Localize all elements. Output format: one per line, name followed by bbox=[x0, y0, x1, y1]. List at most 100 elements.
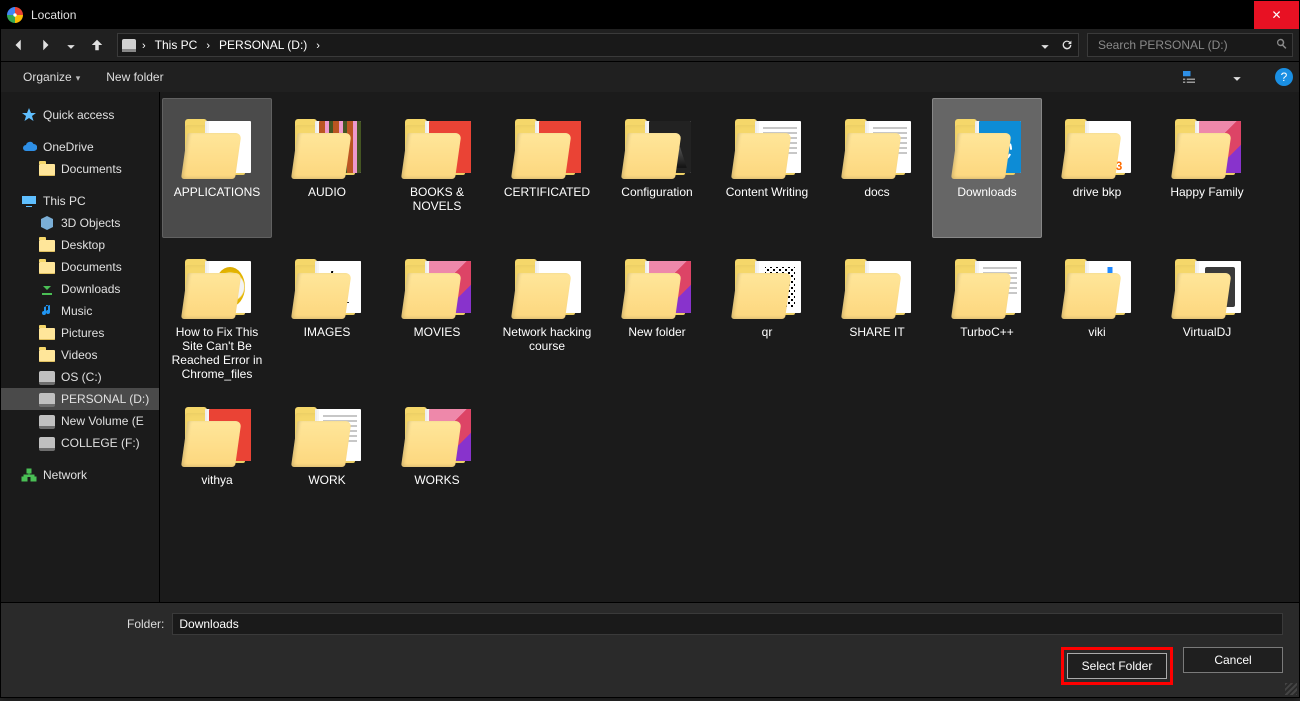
sidebar-item-label: This PC bbox=[43, 194, 86, 208]
folder-name-input[interactable] bbox=[172, 613, 1283, 635]
folder-label: viki bbox=[1088, 325, 1105, 339]
folder-item[interactable]: Happy Family bbox=[1152, 98, 1262, 238]
help-button[interactable]: ? bbox=[1275, 68, 1293, 86]
cancel-button[interactable]: Cancel bbox=[1183, 647, 1283, 673]
sidebar-item-label: Network bbox=[43, 468, 87, 482]
organize-button[interactable]: Organize bbox=[19, 66, 84, 88]
sidebar-item-3d-objects[interactable]: 3D Objects bbox=[1, 212, 159, 234]
folder-item[interactable]: Downloads bbox=[932, 98, 1042, 238]
button-label: Select Folder bbox=[1082, 659, 1153, 673]
folder-icon bbox=[39, 328, 55, 340]
recent-locations-button[interactable] bbox=[59, 33, 83, 57]
download-icon bbox=[39, 281, 55, 297]
sidebar-onedrive-documents[interactable]: Documents bbox=[1, 158, 159, 180]
sidebar-item-personal-d-[interactable]: PERSONAL (D:) bbox=[1, 388, 159, 410]
folder-item[interactable]: Content Writing bbox=[712, 98, 822, 238]
folder-item[interactable]: PDFCERTIFICATED bbox=[492, 98, 602, 238]
resize-grip[interactable] bbox=[1285, 683, 1297, 695]
folder-item[interactable]: Network hacking course bbox=[492, 238, 602, 386]
folder-thumbnail bbox=[727, 103, 807, 181]
sidebar-item-music[interactable]: Music bbox=[1, 300, 159, 322]
up-button[interactable] bbox=[85, 33, 109, 57]
folder-thumbnail bbox=[397, 391, 477, 469]
search-input[interactable] bbox=[1096, 37, 1276, 53]
forward-button[interactable] bbox=[33, 33, 57, 57]
new-folder-button[interactable]: New folder bbox=[102, 66, 167, 88]
folder-item[interactable]: How to Fix This Site Can't Be Reached Er… bbox=[162, 238, 272, 386]
chevron-right-icon[interactable] bbox=[316, 38, 320, 52]
folder-item[interactable]: VirtualDJ bbox=[1152, 238, 1262, 386]
search-icon bbox=[1276, 38, 1288, 53]
sidebar-item-label: Desktop bbox=[61, 238, 105, 252]
sidebar-item-os-c-[interactable]: OS (C:) bbox=[1, 366, 159, 388]
address-bar[interactable]: This PC PERSONAL (D:) bbox=[117, 33, 1079, 57]
sidebar-item-label: Music bbox=[61, 304, 92, 318]
chevron-right-icon[interactable] bbox=[142, 38, 146, 52]
folder-item[interactable]: APPLICATIONS bbox=[162, 98, 272, 238]
crumb-drive[interactable]: PERSONAL (D:) bbox=[216, 37, 310, 53]
folder-label: APPLICATIONS bbox=[174, 185, 260, 199]
folder-label: WORKS bbox=[414, 473, 459, 487]
monitor-icon bbox=[21, 193, 37, 209]
sidebar-item-downloads[interactable]: Downloads bbox=[1, 278, 159, 300]
sidebar-item-new-volume-e[interactable]: New Volume (E bbox=[1, 410, 159, 432]
folder-thumbnail bbox=[617, 243, 697, 321]
crumb-this-pc[interactable]: This PC bbox=[152, 37, 201, 53]
sidebar-item-label: COLLEGE (F:) bbox=[61, 436, 140, 450]
folder-item[interactable]: IMAGES bbox=[272, 238, 382, 386]
file-picker-window: Location This PC PERSONAL (D:) bbox=[0, 0, 1300, 698]
refresh-button[interactable] bbox=[1056, 34, 1078, 56]
folder-item[interactable]: MOVIES bbox=[382, 238, 492, 386]
folder-label: TurboC++ bbox=[960, 325, 1014, 339]
folder-item[interactable]: TurboC++ bbox=[932, 238, 1042, 386]
sidebar-item-college-f-[interactable]: COLLEGE (F:) bbox=[1, 432, 159, 454]
folder-thumbnail: PDF bbox=[177, 391, 257, 469]
folder-item[interactable]: WORK bbox=[272, 386, 382, 526]
folder-item[interactable]: WORKS bbox=[382, 386, 492, 526]
sidebar-network[interactable]: Network bbox=[1, 464, 159, 486]
close-button[interactable] bbox=[1254, 1, 1299, 29]
folder-thumbnail bbox=[507, 243, 587, 321]
sidebar-item-documents[interactable]: Documents bbox=[1, 256, 159, 278]
folder-label: New folder bbox=[628, 325, 685, 339]
folder-item[interactable]: PDFvithya bbox=[162, 386, 272, 526]
sidebar-item-videos[interactable]: Videos bbox=[1, 344, 159, 366]
sidebar-item-label: Documents bbox=[61, 260, 122, 274]
back-button[interactable] bbox=[7, 33, 31, 57]
folder-label: Content Writing bbox=[726, 185, 808, 199]
sidebar-item-pictures[interactable]: Pictures bbox=[1, 322, 159, 344]
window-title: Location bbox=[31, 1, 1254, 29]
address-dropdown-button[interactable] bbox=[1034, 34, 1056, 56]
sidebar-item-label: PERSONAL (D:) bbox=[61, 392, 149, 406]
folder-content[interactable]: APPLICATIONS AUDIO PDFBOOKS & NOVELSPDFCER… bbox=[160, 92, 1299, 602]
folder-item[interactable]: docs bbox=[822, 98, 932, 238]
folder-item[interactable]: AUDIO bbox=[272, 98, 382, 238]
sidebar-item-desktop[interactable]: Desktop bbox=[1, 234, 159, 256]
folder-item[interactable]: qr bbox=[712, 238, 822, 386]
folder-item[interactable]: PDFBOOKS & NOVELS bbox=[382, 98, 492, 238]
folder-item[interactable]: New folder bbox=[602, 238, 712, 386]
folder-item[interactable]: viki bbox=[1042, 238, 1152, 386]
sidebar-onedrive[interactable]: OneDrive bbox=[1, 136, 159, 158]
folder-label: VirtualDJ bbox=[1183, 325, 1231, 339]
folder-item[interactable]: SHARE IT bbox=[822, 238, 932, 386]
folder-item[interactable]: MP3drive bkp bbox=[1042, 98, 1152, 238]
search-box[interactable] bbox=[1087, 33, 1293, 57]
select-folder-button[interactable]: Select Folder bbox=[1067, 653, 1167, 679]
folder-item[interactable]: Configuration bbox=[602, 98, 712, 238]
sidebar-quick-access[interactable]: Quick access bbox=[1, 104, 159, 126]
folder-label: AUDIO bbox=[308, 185, 346, 199]
folder-icon bbox=[39, 240, 55, 252]
folder-thumbnail bbox=[1167, 103, 1247, 181]
folder-thumbnail bbox=[287, 391, 367, 469]
chevron-right-icon[interactable] bbox=[206, 38, 210, 52]
sidebar-this-pc[interactable]: This PC bbox=[1, 190, 159, 212]
button-label: Cancel bbox=[1214, 653, 1251, 667]
music-icon bbox=[39, 303, 55, 319]
view-options-button[interactable] bbox=[1177, 67, 1207, 87]
drive-icon bbox=[39, 393, 55, 407]
drive-icon bbox=[39, 437, 55, 451]
nav-tree: Quick access OneDrive Documents This PC … bbox=[1, 92, 160, 602]
folder-thumbnail bbox=[287, 243, 367, 321]
view-dropdown-button[interactable] bbox=[1225, 65, 1249, 89]
